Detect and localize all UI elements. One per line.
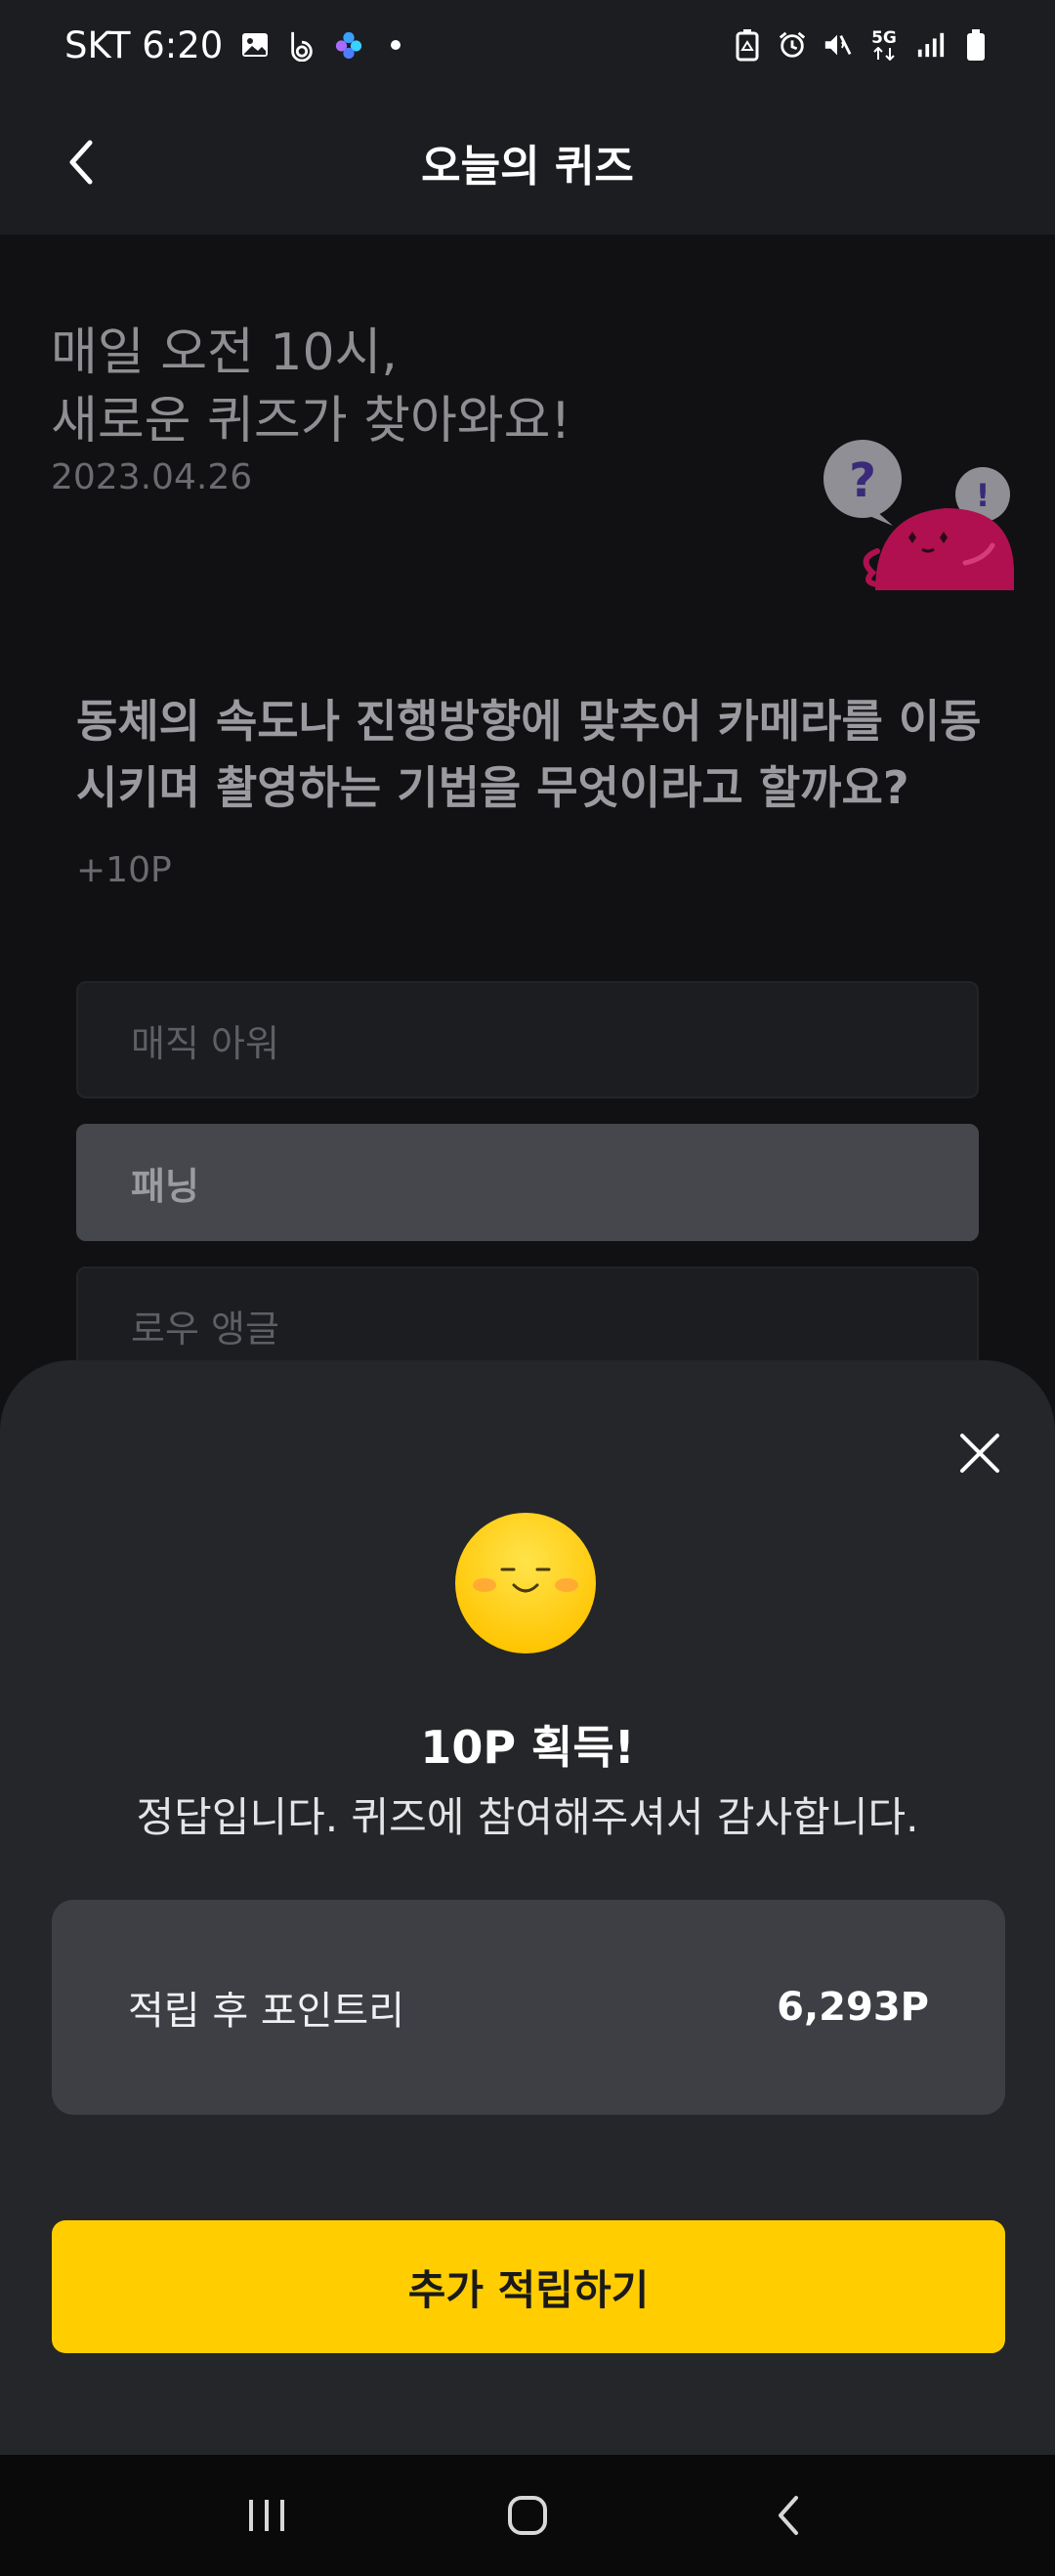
answer-option-1[interactable]: 매직 아워	[76, 981, 979, 1098]
carrier-time: SKT 6:20	[64, 23, 224, 66]
network-label: 5G	[871, 27, 897, 48]
answer-option-label: 패닝	[131, 1164, 199, 1208]
balance-value: 6,293P	[777, 1985, 929, 2030]
chevron-left-icon	[69, 140, 93, 185]
intro-line-1: 매일 오전 10시,	[51, 323, 398, 382]
back-icon	[778, 2496, 798, 2535]
dot-icon	[381, 28, 410, 62]
close-button[interactable]	[948, 1421, 1012, 1485]
earn-message: 정답입니다. 퀴즈에 참여해주셔서 감사합니다.	[136, 1793, 919, 1841]
alarm-icon	[778, 28, 807, 62]
page-title: 오늘의 퀴즈	[421, 142, 634, 192]
recycle-icon	[733, 28, 762, 62]
battery-icon	[961, 28, 991, 62]
spark-app-icon	[334, 28, 363, 62]
recent-apps-icon	[249, 2500, 285, 2531]
back-button[interactable]	[47, 127, 117, 197]
system-nav-bar	[0, 2455, 1055, 2576]
earn-title: 10P 획득!	[420, 1721, 635, 1774]
smile-face-icon	[455, 1513, 596, 1653]
home-icon	[507, 2496, 547, 2535]
app-header: 오늘의 퀴즈	[0, 90, 1055, 235]
mute-icon	[823, 28, 852, 62]
gallery-icon	[240, 28, 270, 62]
close-icon	[960, 1434, 999, 1473]
mascot-bubble-right: !	[976, 477, 991, 514]
intro-line-2: 새로운 퀴즈가 찾아와요!	[51, 392, 571, 451]
balance-label: 적립 후 포인트리	[128, 1989, 405, 2034]
mascot-illustration: ? !	[819, 436, 1014, 590]
balance-card: 적립 후 포인트리 6,293P	[52, 1900, 1005, 2115]
question-line-1: 동체의 속도나 진행방향에 맞추어 카메라를 이동	[76, 695, 982, 748]
home-button[interactable]	[488, 2476, 567, 2555]
mascot-bubble-left: ?	[849, 453, 876, 508]
b-app-icon	[287, 28, 316, 62]
answer-option-2[interactable]: 패닝	[76, 1124, 979, 1241]
status-bar: SKT 6:20 5G	[0, 0, 1055, 90]
answer-option-label: 로우 앵글	[131, 1307, 279, 1351]
recent-apps-button[interactable]	[228, 2476, 306, 2555]
signal-icon	[916, 28, 946, 62]
nav-back-button[interactable]	[749, 2476, 827, 2555]
5g-icon: 5G	[867, 28, 901, 62]
question-line-2: 시키며 촬영하는 기법을 무엇이라고 할까요?	[76, 761, 909, 814]
answer-option-label: 매직 아워	[131, 1021, 279, 1065]
points-reward: +10P	[76, 850, 172, 890]
earn-more-button[interactable]: 추가 적립하기	[52, 2220, 1005, 2353]
quiz-date: 2023.04.26	[51, 457, 253, 497]
